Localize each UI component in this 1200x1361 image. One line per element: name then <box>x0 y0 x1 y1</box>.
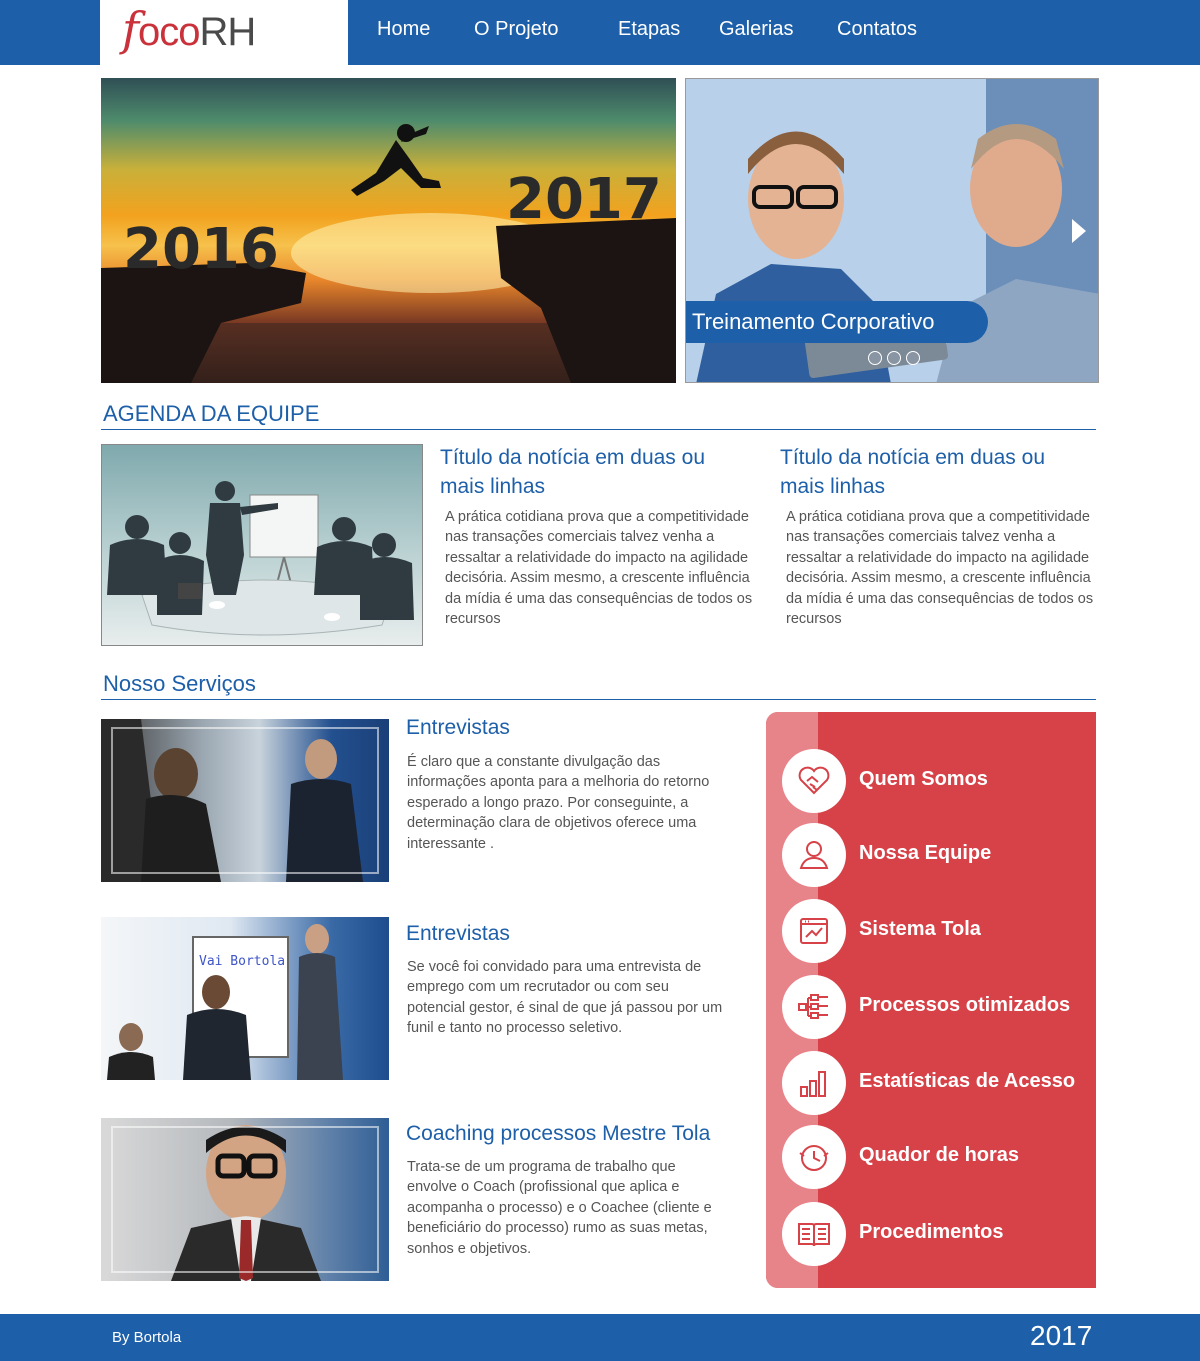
slider-next-arrow-icon[interactable] <box>1072 219 1086 243</box>
panel-item-procedimentos[interactable]: Procedimentos <box>782 1202 1092 1266</box>
top-navigation-bar: focoRH Home O Projeto Etapas Galerias Co… <box>0 0 1200 65</box>
panel-item-estatisticas-de-acesso[interactable]: Estatísticas de Acesso <box>782 1051 1092 1115</box>
panel-item-nossa-equipe[interactable]: Nossa Equipe <box>782 823 1092 887</box>
nav-etapas[interactable]: Etapas <box>618 18 680 41</box>
year-2017-label: 2017 <box>506 167 662 232</box>
panel-item-quador-de-horas[interactable]: Quador de horas <box>782 1125 1092 1189</box>
slider-dot-3[interactable] <box>906 351 920 365</box>
team-meeting-illustration <box>101 444 423 646</box>
hero-banner-2016-2017: 2016 2017 <box>101 78 676 383</box>
slider-dot-2[interactable] <box>887 351 901 365</box>
nav-galerias[interactable]: Galerias <box>719 18 793 41</box>
year-2016-label: 2016 <box>123 217 279 282</box>
nav-home[interactable]: Home <box>377 18 430 41</box>
browser-window-icon <box>782 899 846 963</box>
footer: By Bortola 2017 <box>0 1314 1200 1361</box>
slide-caption: Treinamento Corporativo <box>686 301 988 343</box>
quick-links-panel: Quem Somos Nossa Equipe Sistema Tola Pro… <box>766 712 1096 1288</box>
coaching-photo <box>101 1118 389 1281</box>
open-book-icon <box>782 1202 846 1266</box>
service-body-2: Se você foi convidado para uma entrevist… <box>407 959 723 1037</box>
focorh-logo[interactable]: focoRH <box>122 2 256 56</box>
service-title-3[interactable]: Coaching processos Mestre Tola <box>406 1122 710 1146</box>
clock-icon <box>782 1125 846 1189</box>
jumping-man-silhouette <box>351 124 441 196</box>
service-body-3: Trata-se de um programa de trabalho que … <box>407 1159 712 1257</box>
user-icon <box>782 823 846 887</box>
footer-year: 2017 <box>1030 1320 1093 1351</box>
nav-contatos[interactable]: Contatos <box>837 18 917 41</box>
footer-credit: By Bortola <box>112 1329 182 1346</box>
services-divider <box>101 699 1096 700</box>
service-title-2[interactable]: Entrevistas <box>406 922 510 946</box>
presentation-photo: Vai Bortola <box>101 917 389 1080</box>
service-body-1: É claro que a constante divulgação das i… <box>407 754 710 852</box>
agenda-section-title: AGENDA DA EQUIPE <box>103 401 320 426</box>
nav-o-projeto[interactable]: O Projeto <box>474 18 558 41</box>
slider-dot-1[interactable] <box>868 351 882 365</box>
panel-item-sistema-tola[interactable]: Sistema Tola <box>782 899 1092 963</box>
hero-slider[interactable]: Treinamento Corporativo <box>685 78 1099 383</box>
news-title-1[interactable]: Título da notícia em duas ou mais linhas <box>440 443 750 501</box>
handshake-icon <box>782 749 846 813</box>
flowchart-icon <box>782 975 846 1039</box>
logo-container[interactable]: focoRH <box>100 0 348 65</box>
panel-item-processos-otimizados[interactable]: Processos otimizados <box>782 975 1092 1039</box>
panel-item-quem-somos[interactable]: Quem Somos <box>782 749 1092 813</box>
interview-photo <box>101 719 389 882</box>
bar-chart-icon <box>782 1051 846 1115</box>
whiteboard-text: Vai Bortola <box>199 954 285 969</box>
news-body-1: A prática cotidiana prova que a competit… <box>445 509 753 628</box>
news-body-2: A prática cotidiana prova que a competit… <box>786 509 1094 628</box>
agenda-divider <box>101 429 1096 430</box>
services-section-title: Nosso Serviços <box>103 671 256 696</box>
cliff-jump-illustration: 2016 2017 <box>101 124 676 383</box>
news-title-2[interactable]: Título da notícia em duas ou mais linhas <box>780 443 1090 501</box>
service-title-1[interactable]: Entrevistas <box>406 716 510 740</box>
